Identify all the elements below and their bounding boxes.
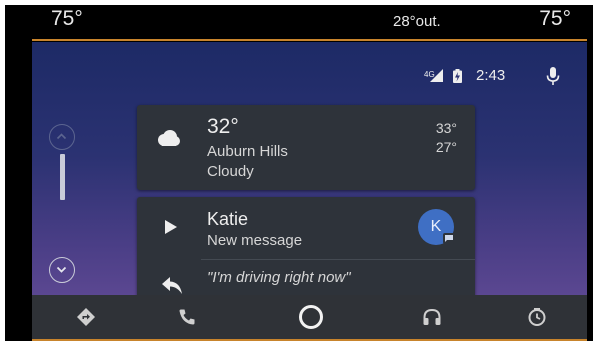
weather-location: Auburn Hills: [207, 143, 288, 160]
climate-bar: 75° 28°out. 75°: [5, 5, 593, 39]
home-circle-icon: [299, 305, 323, 329]
avatar-letter: K: [430, 218, 442, 235]
battery-icon: [453, 69, 462, 83]
scroll-down-button[interactable]: [49, 257, 75, 283]
recents-icon: [528, 308, 546, 326]
signal-icon: [430, 69, 443, 82]
low-temperature: 27°: [435, 139, 457, 155]
nav-home-button[interactable]: [293, 295, 329, 339]
chevron-up-icon: [56, 133, 67, 140]
android-auto-screen: 4G 2:43 32° Auburn Hills Cloudy 33° 27° …: [32, 42, 587, 295]
contact-name: Katie: [207, 209, 249, 229]
mic-icon[interactable]: [546, 67, 560, 86]
high-temperature: 33°: [435, 120, 457, 136]
scroll-up-button[interactable]: [49, 124, 75, 150]
cloud-icon: [158, 130, 180, 146]
nav-navigation-button[interactable]: [68, 295, 104, 339]
navigation-icon: [77, 308, 95, 326]
quick-reply-text[interactable]: "I'm driving right now": [207, 269, 351, 286]
head-unit-display: 75° 28°out. 75° 4G 2:43 32° Auburn Hills…: [5, 5, 593, 341]
weather-condition: Cloudy: [207, 163, 254, 180]
passenger-temperature[interactable]: 75°: [539, 7, 571, 31]
message-subtitle: New message: [207, 232, 303, 249]
scroll-indicator[interactable]: [60, 154, 65, 200]
divider: [201, 259, 475, 260]
chevron-down-icon: [56, 266, 67, 273]
bottom-accent-line: [32, 339, 587, 341]
outside-temperature: 28°out.: [393, 13, 441, 30]
weather-card[interactable]: 32° Auburn Hills Cloudy 33° 27°: [137, 105, 475, 190]
nav-phone-button[interactable]: [169, 295, 205, 339]
bottom-navigation-bar: [32, 295, 587, 339]
driver-temperature[interactable]: 75°: [51, 7, 83, 31]
message-badge-icon: [443, 233, 455, 244]
nav-media-button[interactable]: [414, 295, 450, 339]
phone-icon: [179, 309, 195, 325]
reply-icon[interactable]: [161, 276, 183, 294]
message-card[interactable]: Katie New message K "I'm driving right n…: [137, 197, 475, 295]
nav-recents-button[interactable]: [519, 295, 555, 339]
top-accent-line: [32, 39, 587, 41]
avatar: K: [418, 209, 455, 245]
current-temperature: 32°: [207, 115, 239, 138]
play-icon[interactable]: [165, 220, 177, 234]
headphones-icon: [423, 308, 441, 325]
clock: 2:43: [476, 67, 506, 84]
